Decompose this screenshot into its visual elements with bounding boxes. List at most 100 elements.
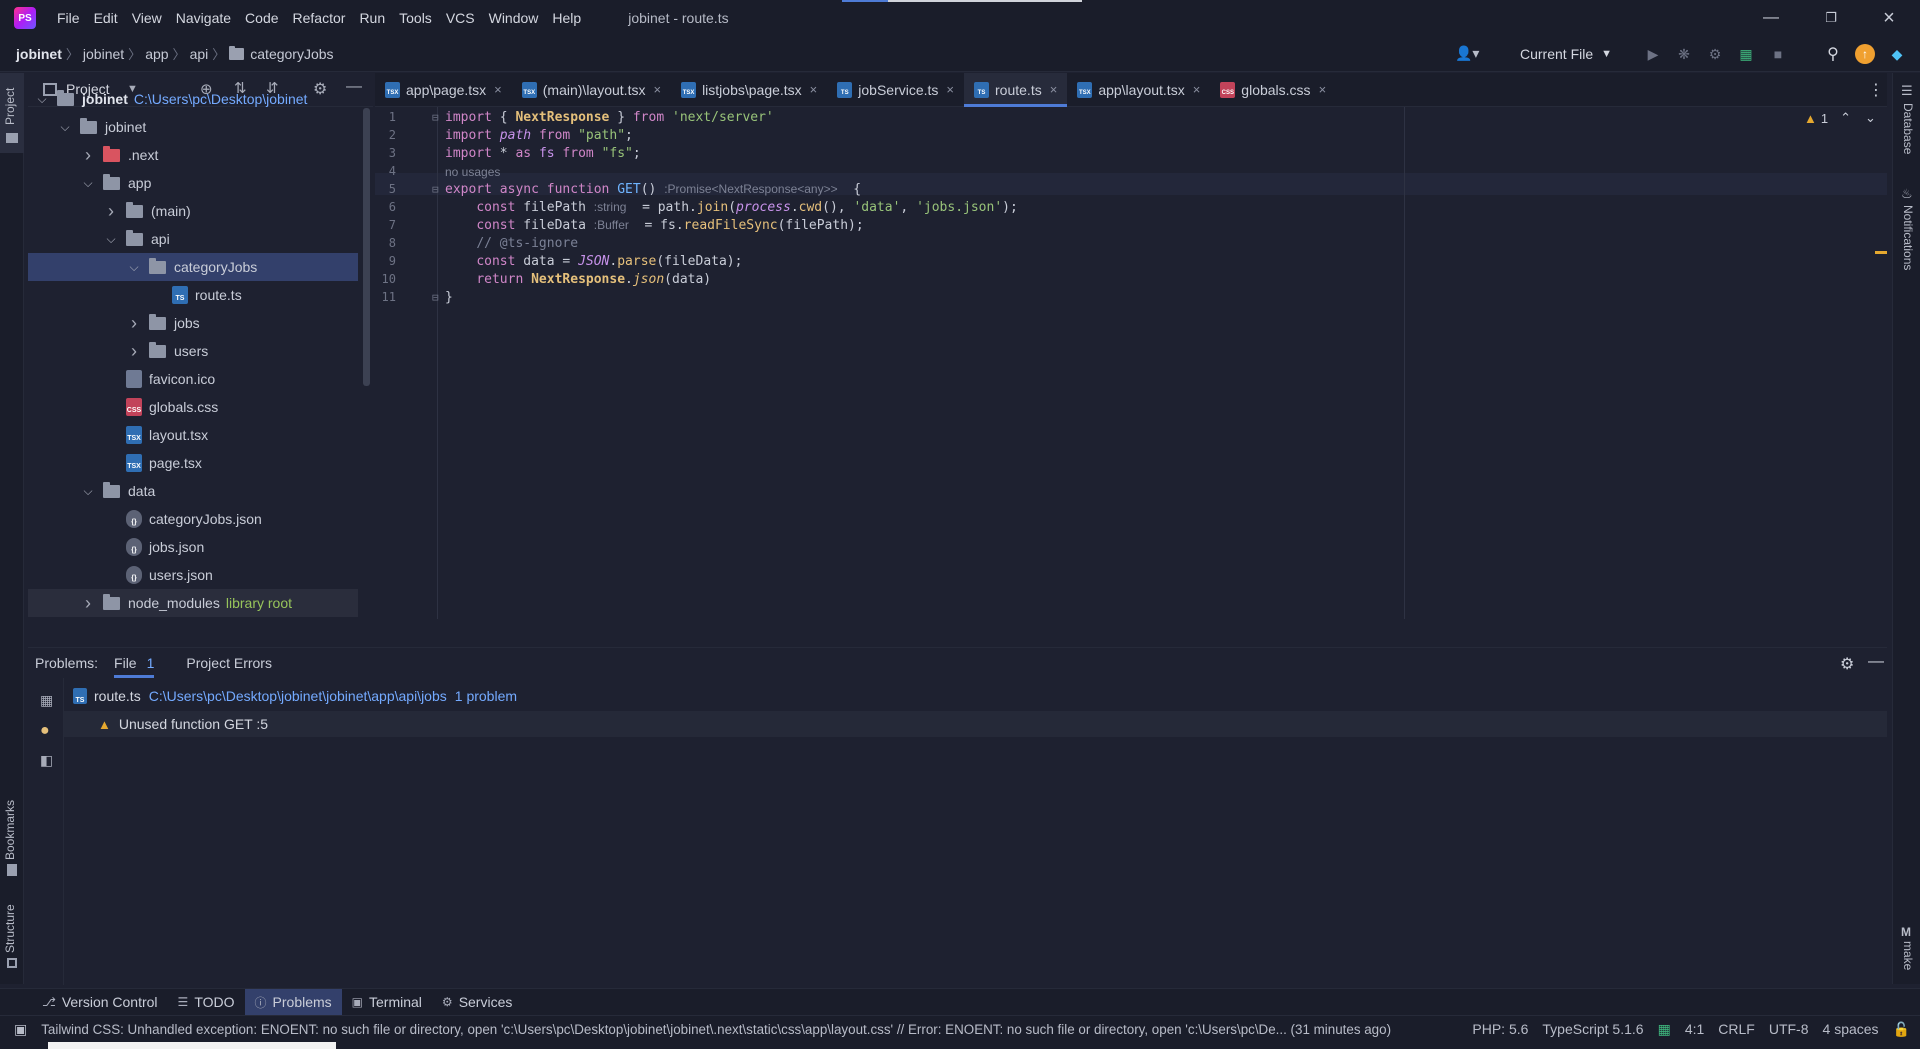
line-number[interactable]: 11 (378, 290, 396, 304)
tree-item[interactable]: {} users.json (28, 561, 358, 589)
group-by-icon[interactable]: ▦ (40, 692, 53, 709)
warning-stripe-marker[interactable] (1875, 251, 1887, 254)
preview-icon[interactable]: ◧ (40, 752, 53, 769)
menu-edit[interactable]: Edit (87, 10, 125, 26)
line-number[interactable]: 8 (378, 236, 396, 250)
line-number[interactable]: 6 (378, 200, 396, 214)
chevron-down-icon[interactable]: ⌵ (58, 120, 72, 135)
lightbulb-icon[interactable]: ● (40, 722, 50, 740)
problem-item[interactable]: ▲ Unused function GET :5 (98, 711, 268, 737)
breadcrumb-jobinet-root[interactable]: jobinet (12, 46, 66, 62)
more-tabs-icon[interactable]: ⋮ (1868, 80, 1884, 100)
line-number[interactable]: 4 (378, 164, 396, 178)
project-tool-label[interactable]: Project (3, 88, 17, 125)
editor-tab[interactable]: TSX listjobs\page.tsx × (671, 73, 827, 106)
close-tab-icon[interactable]: × (810, 82, 818, 97)
status-message[interactable]: Tailwind CSS: Unhandled exception: ENOEN… (34, 1022, 1398, 1037)
chevron-down-icon[interactable]: ⌵ (127, 260, 141, 275)
tool-window-services[interactable]: ⚙ Services (432, 989, 522, 1016)
menu-navigate[interactable]: Navigate (169, 10, 238, 26)
chevron-down-icon[interactable]: ⌵ (104, 232, 118, 247)
breadcrumb-api[interactable]: api (186, 46, 213, 62)
status-caret-position[interactable]: 4:1 (1678, 1021, 1711, 1037)
chevron-right-icon[interactable]: › (81, 145, 95, 166)
stop-icon[interactable]: ■ (1768, 44, 1788, 64)
tool-window-problems[interactable]: ⓘ Problems (244, 988, 342, 1016)
status-service-icon[interactable]: ▦ (1651, 1021, 1678, 1038)
tree-item[interactable]: TSX page.tsx (28, 449, 358, 477)
coverage-icon[interactable]: ⚙ (1705, 44, 1725, 64)
close-tab-icon[interactable]: × (653, 82, 661, 97)
debug-icon[interactable]: ❋ (1674, 44, 1694, 64)
tree-item[interactable]: ⌵ jobinet C:\Users\pc\Desktop\jobinet (28, 85, 358, 113)
menu-refactor[interactable]: Refactor (286, 10, 353, 26)
chevron-down-icon[interactable]: ⌵ (81, 176, 95, 191)
taskbar-search-box[interactable] (48, 1042, 336, 1049)
chevron-down-icon[interactable]: ⌵ (35, 92, 49, 107)
tree-item[interactable]: ⌵ jobinet (28, 113, 358, 141)
lock-icon[interactable]: 🔓 (1886, 1021, 1920, 1038)
notifications-tool-label[interactable]: Notifications (1901, 205, 1915, 270)
editor-tab[interactable]: TS jobService.ts × (827, 73, 964, 106)
close-window-button[interactable]: × (1860, 0, 1918, 36)
code-editor[interactable]: 1 2 3 4 5 6 7 8 9 10 11 ⊟ ⊟ ⊟ import { NextResponse }… (375, 107, 1887, 619)
tree-item[interactable]: › (main) (28, 197, 358, 225)
close-tab-icon[interactable]: × (1319, 82, 1327, 97)
status-toggle-icon[interactable]: ▣ (0, 1021, 34, 1038)
search-icon[interactable]: ⚲ (1823, 44, 1843, 64)
editor-tab[interactable]: CSS globals.css × (1210, 73, 1336, 106)
phpstorm-logo-icon[interactable]: PS (14, 7, 36, 29)
tree-item[interactable]: ⌵ data (28, 477, 358, 505)
tab-file[interactable]: File 1 (102, 648, 166, 678)
gear-icon[interactable]: ⚙ (1840, 654, 1854, 674)
tree-item[interactable]: favicon.ico (28, 365, 358, 393)
close-tab-icon[interactable]: × (1050, 82, 1058, 97)
editor-tab[interactable]: TSX app\layout.tsx × (1067, 73, 1210, 106)
tree-item[interactable]: TSX layout.tsx (28, 421, 358, 449)
problem-file-row[interactable]: TS route.ts C:\Users\pc\Desktop\jobinet\… (73, 683, 517, 709)
line-number[interactable]: 10 (378, 272, 396, 286)
breadcrumb-categoryjobs[interactable]: categoryJobs (225, 45, 337, 62)
status-encoding[interactable]: UTF-8 (1762, 1021, 1816, 1037)
line-number[interactable]: 3 (378, 146, 396, 160)
tree-item[interactable]: › jobs (28, 309, 358, 337)
account-icon[interactable]: 👤▾ (1455, 45, 1489, 63)
fold-icon[interactable]: ⊟ (432, 111, 439, 124)
line-number[interactable]: 2 (378, 128, 396, 142)
close-tab-icon[interactable]: × (1193, 82, 1201, 97)
inspection-widget[interactable]: ▲ 1 ⌃ ⌄ (1804, 110, 1876, 126)
tree-item[interactable]: › users (28, 337, 358, 365)
line-number[interactable]: 7 (378, 218, 396, 232)
chevron-right-icon[interactable]: › (127, 341, 141, 362)
fold-icon[interactable]: ⊟ (432, 291, 439, 304)
tree-scrollbar[interactable] (363, 108, 370, 386)
tree-item[interactable]: TS route.ts (28, 281, 358, 309)
tool-window-terminal[interactable]: ▣ Terminal (342, 989, 432, 1016)
line-number[interactable]: 9 (378, 254, 396, 268)
menu-code[interactable]: Code (238, 10, 285, 26)
jetbrains-ai-icon[interactable]: ◆ (1887, 44, 1907, 64)
close-tab-icon[interactable]: × (494, 82, 502, 97)
tree-item[interactable]: ⌵ api (28, 225, 358, 253)
menu-window[interactable]: Window (482, 10, 546, 26)
restore-button[interactable]: ❐ (1802, 0, 1860, 36)
structure-tool-label[interactable]: Structure (3, 904, 17, 953)
menu-help[interactable]: Help (545, 10, 588, 26)
menu-tools[interactable]: Tools (392, 10, 439, 26)
tree-item[interactable]: {} jobs.json (28, 533, 358, 561)
database-tool-label[interactable]: Database (1901, 103, 1915, 154)
tool-window-todo[interactable]: ☰ TODO (168, 989, 245, 1016)
menu-run[interactable]: Run (352, 10, 392, 26)
editor-tab[interactable]: TSX (main)\layout.tsx × (512, 73, 671, 106)
tree-item[interactable]: ⌵ app (28, 169, 358, 197)
line-number[interactable]: 5 (378, 182, 396, 196)
tree-item[interactable]: CSS globals.css (28, 393, 358, 421)
tree-item[interactable]: {} categoryJobs.json (28, 505, 358, 533)
chevron-right-icon[interactable]: › (81, 593, 95, 614)
chevron-right-icon[interactable]: › (104, 201, 118, 222)
tree-item[interactable]: ⌵ categoryJobs (28, 253, 358, 281)
menu-file[interactable]: File (50, 10, 87, 26)
updates-icon[interactable]: ↑ (1855, 44, 1875, 64)
minimize-button[interactable]: — (1742, 0, 1800, 36)
run-icon[interactable]: ▶ (1643, 44, 1663, 64)
